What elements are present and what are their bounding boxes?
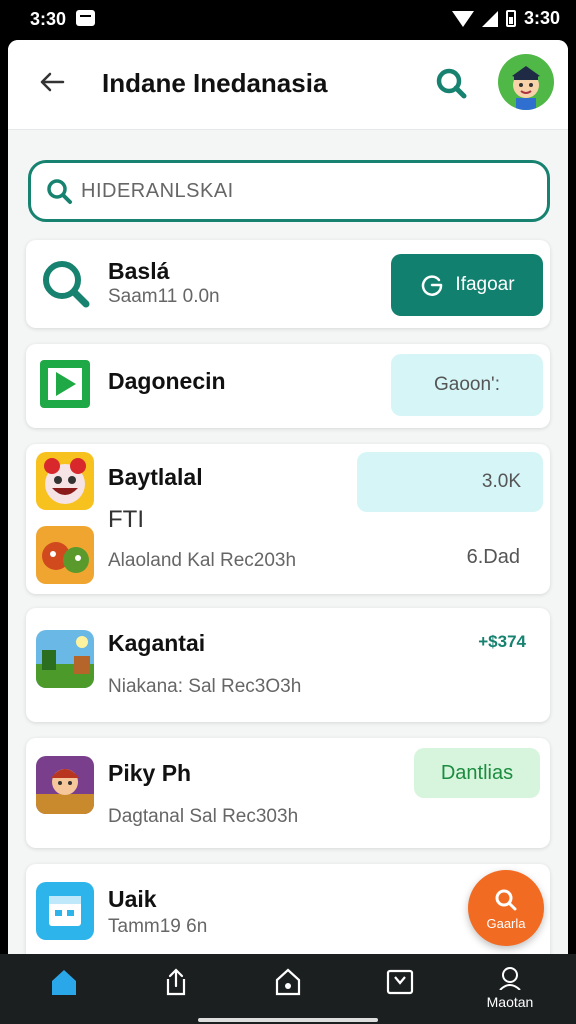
game-thumbnail <box>36 630 94 688</box>
list-item[interactable]: Baytlalal FTI Alaoland Kal Rec203h 3.0K … <box>26 444 550 594</box>
nav-games[interactable] <box>258 966 318 1016</box>
inbox-icon <box>386 969 414 995</box>
item-action-label: Dantlias <box>440 761 514 784</box>
landscape-game-icon <box>36 636 94 688</box>
status-time: 3:30 <box>30 9 67 29</box>
item-title: Kagantai <box>108 630 206 656</box>
item-action-label: 3.0K <box>481 471 521 492</box>
item-subtitle: Dagtanal Sal Rec303h <box>108 806 299 827</box>
card-icon <box>36 254 94 312</box>
share-icon <box>166 968 186 996</box>
home-icon <box>52 970 76 995</box>
game-thumbnail <box>36 452 94 510</box>
item-value: 6.Dad <box>466 546 520 568</box>
status-indicators: 3:30 <box>451 8 560 29</box>
wifi-icon <box>451 10 474 27</box>
item-title: Baslá <box>108 258 170 284</box>
item-action-button[interactable]: 3.0K <box>357 452 543 512</box>
cartoon-game-icon <box>42 542 89 573</box>
character-game-icon <box>36 769 94 814</box>
house-icon <box>275 968 301 996</box>
avatar-icon <box>512 66 540 110</box>
list-item[interactable]: Baslá Saam11 0.0n Ifagoar <box>26 240 550 328</box>
profile-icon <box>499 967 521 990</box>
status-clock: 3:30 <box>523 8 560 28</box>
nav-home[interactable] <box>34 966 94 1016</box>
notification-icon <box>76 10 95 26</box>
nav-library[interactable] <box>370 966 430 1016</box>
avatar[interactable] <box>498 54 554 110</box>
search-icon <box>43 261 90 308</box>
item-subtitle: Niakana: Sal Rec3O3h <box>108 676 302 697</box>
item-action-button[interactable]: Gaoon': <box>391 354 543 416</box>
item-action-button[interactable]: Ifagoar <box>391 254 543 316</box>
play-store-icon <box>48 368 82 400</box>
search-field[interactable] <box>28 160 550 222</box>
calendar-icon <box>49 896 81 926</box>
home-indicator[interactable] <box>198 1018 378 1022</box>
search-icon <box>436 68 467 99</box>
floating-search-button[interactable]: Gaarla <box>468 870 544 946</box>
item-subtitle: Tamm19 6n <box>108 916 208 937</box>
item-action-label: Gaoon': <box>434 374 500 395</box>
nav-profile[interactable]: Maotan <box>480 966 540 1016</box>
bottom-navigation: Maotan <box>0 954 576 1024</box>
signal-icon <box>481 10 498 27</box>
card-icon <box>36 882 94 940</box>
search-icon <box>47 179 72 204</box>
clown-game-icon <box>44 458 86 504</box>
card-icon <box>40 360 90 408</box>
item-subtitle: FTI <box>108 506 144 533</box>
item-action-button[interactable]: Dantlias <box>414 748 540 798</box>
nav-share[interactable] <box>146 966 206 1016</box>
game-thumbnail <box>36 756 94 814</box>
item-title: Dagonecin <box>108 368 226 394</box>
refresh-icon <box>422 275 443 296</box>
list-item[interactable]: Dagonecin Gaoon': <box>26 344 550 428</box>
app-screen: Indane Inedanasia HIDERANLSKAI Baslá Saa… <box>8 40 568 954</box>
arrow-left-icon <box>40 72 65 92</box>
top-app-bar: Indane Inedanasia <box>8 40 568 130</box>
item-action-label: Ifagoar <box>455 274 515 295</box>
back-button[interactable] <box>34 64 70 100</box>
item-title: Baytlalal <box>108 464 203 490</box>
search-input[interactable] <box>81 173 531 209</box>
game-thumbnail <box>36 526 94 584</box>
item-title: Piky Ph <box>108 760 192 786</box>
item-description: Alaoland Kal Rec203h <box>108 550 297 571</box>
list-item[interactable]: Kagantai Niakana: Sal Rec3O3h +$374 <box>26 608 550 722</box>
status-bar: 3:30 3:30 <box>0 0 576 38</box>
nav-profile-label: Maotan <box>486 994 534 1010</box>
header-search-button[interactable] <box>432 64 472 104</box>
item-value: +$374 <box>478 632 526 651</box>
page-title: Indane Inedanasia <box>102 68 328 98</box>
battery-icon <box>505 10 516 27</box>
list-item[interactable]: Piky Ph Dagtanal Sal Rec303h Dantlias <box>26 738 550 848</box>
item-subtitle: Saam11 0.0n <box>108 286 220 307</box>
search-icon <box>495 889 517 910</box>
fab-label: Gaarla <box>486 915 526 931</box>
item-title: Uaik <box>108 886 157 912</box>
